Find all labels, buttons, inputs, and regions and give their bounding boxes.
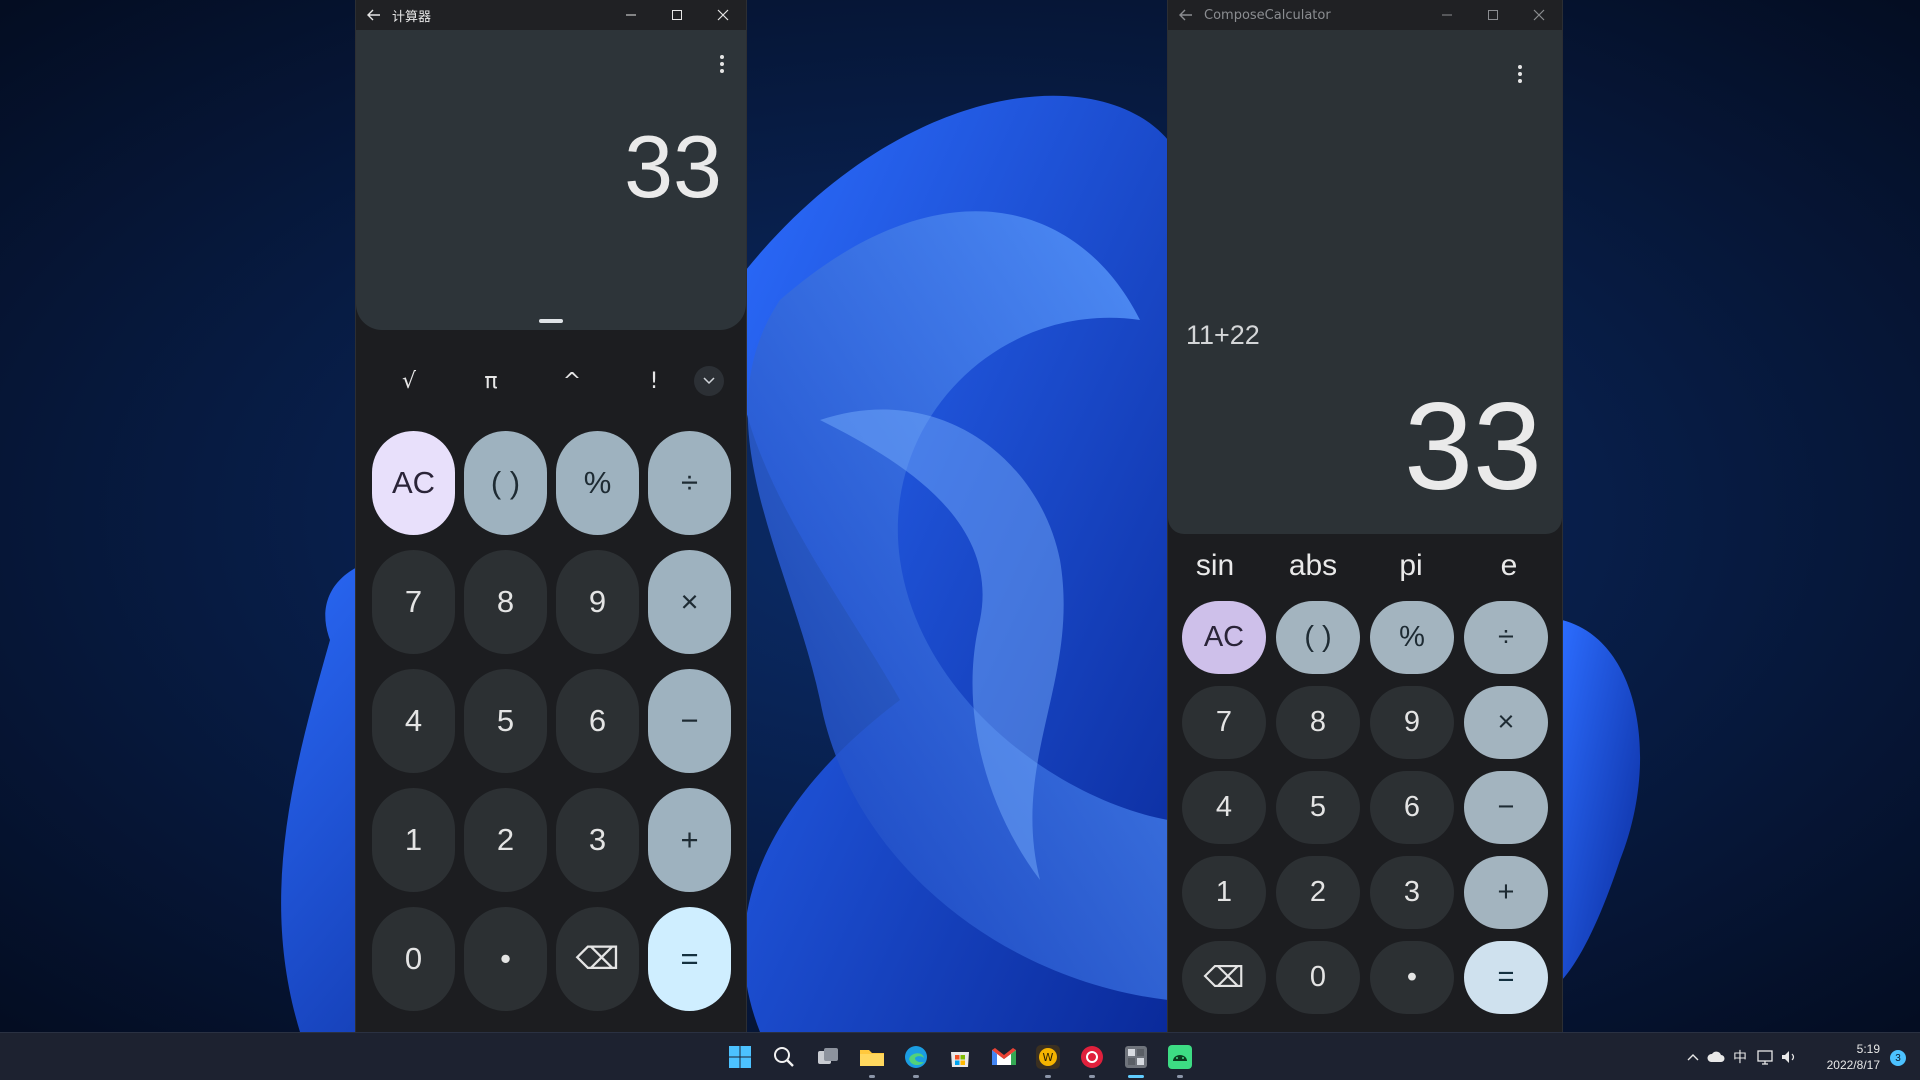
minus-button[interactable]: − xyxy=(1464,771,1548,844)
system-tray: 中 xyxy=(1682,1033,1800,1080)
divide-button[interactable]: ÷ xyxy=(648,431,731,535)
digit-2-button[interactable]: 2 xyxy=(464,788,547,892)
clock[interactable]: 5:19 2022/8/17 xyxy=(1827,1041,1880,1073)
scientific-row: sin abs pi e xyxy=(1168,543,1562,589)
minus-button[interactable]: − xyxy=(648,669,731,773)
chevron-down-icon[interactable] xyxy=(694,366,724,396)
calculator-app-icon[interactable] xyxy=(1120,1041,1152,1078)
minimize-button[interactable] xyxy=(1424,0,1470,30)
result-display: 33 xyxy=(624,117,722,216)
multiply-button[interactable]: × xyxy=(648,550,731,654)
result-display: 33 xyxy=(1404,378,1542,516)
digit-6-button[interactable]: 6 xyxy=(556,669,639,773)
android-app-icon[interactable] xyxy=(1164,1041,1196,1078)
maximize-button[interactable] xyxy=(654,0,700,30)
digit-9-button[interactable]: 9 xyxy=(556,550,639,654)
more-options-icon[interactable] xyxy=(1510,60,1530,88)
digit-0-button[interactable]: 0 xyxy=(1276,941,1360,1014)
title-bar: ComposeCalculator xyxy=(1168,0,1562,30)
input-method-indicator[interactable]: 中 xyxy=(1728,1047,1752,1067)
compose-calculator-window: ComposeCalculator 11+22 33 sin abs pi e … xyxy=(1168,0,1562,1032)
maximize-button[interactable] xyxy=(1470,0,1516,30)
taskbar: W 中 5:19 2022/8/17 3 xyxy=(0,1032,1920,1080)
onedrive-icon[interactable] xyxy=(1704,1051,1728,1063)
window-title: ComposeCalculator xyxy=(1204,7,1331,23)
drag-handle[interactable] xyxy=(539,319,563,323)
digit-1-button[interactable]: 1 xyxy=(1182,856,1266,929)
edge-browser-icon[interactable] xyxy=(900,1041,932,1078)
show-hidden-icons-icon[interactable] xyxy=(1682,1053,1704,1061)
multiply-button[interactable]: × xyxy=(1464,686,1548,759)
backspace-button[interactable]: ⌫ xyxy=(1182,941,1266,1014)
network-icon[interactable] xyxy=(1752,1049,1778,1065)
digit-8-button[interactable]: 8 xyxy=(464,550,547,654)
plus-button[interactable]: + xyxy=(1464,856,1548,929)
digit-1-button[interactable]: 1 xyxy=(372,788,455,892)
music-app-icon[interactable] xyxy=(1076,1041,1108,1078)
clear-button[interactable]: AC xyxy=(372,431,455,535)
power-button[interactable]: ^ xyxy=(547,356,597,406)
back-icon[interactable] xyxy=(1168,0,1204,30)
decimal-point-button[interactable]: • xyxy=(1370,941,1454,1014)
pi-button[interactable]: π xyxy=(466,356,516,406)
clock-date: 2022/8/17 xyxy=(1826,1058,1880,1072)
backspace-button[interactable]: ⌫ xyxy=(556,907,639,1011)
close-button[interactable] xyxy=(700,0,746,30)
display-panel: 33 xyxy=(356,30,746,330)
abs-button[interactable]: abs xyxy=(1266,543,1360,589)
gmail-icon[interactable] xyxy=(988,1041,1020,1073)
clock-time: 5:19 xyxy=(1856,1042,1880,1056)
parentheses-button[interactable]: ( ) xyxy=(1276,601,1360,674)
sqrt-button[interactable]: √ xyxy=(384,356,434,406)
expression-display: 11+22 xyxy=(1186,320,1260,350)
percent-button[interactable]: % xyxy=(1370,601,1454,674)
start-icon[interactable] xyxy=(724,1041,756,1073)
digit-3-button[interactable]: 3 xyxy=(1370,856,1454,929)
percent-button[interactable]: % xyxy=(556,431,639,535)
pi-button[interactable]: pi xyxy=(1364,543,1458,589)
svg-text:W: W xyxy=(1043,1051,1054,1064)
equals-button[interactable]: = xyxy=(648,907,731,1011)
digit-7-button[interactable]: 7 xyxy=(1182,686,1266,759)
digit-3-button[interactable]: 3 xyxy=(556,788,639,892)
digit-2-button[interactable]: 2 xyxy=(1276,856,1360,929)
file-explorer-icon[interactable] xyxy=(856,1041,888,1078)
calculator-window: 计算器 33 √ π ^ ! AC( )% ÷ 7 8 9 × 4 5 6− 1 2 3 +0 • ⌫ = xyxy=(356,0,746,1032)
title-bar: 计算器 xyxy=(356,0,746,30)
factorial-button[interactable]: ! xyxy=(629,356,679,406)
window-title: 计算器 xyxy=(392,9,432,25)
digit-5-button[interactable]: 5 xyxy=(464,669,547,773)
microsoft-store-icon[interactable] xyxy=(944,1041,976,1073)
search-icon[interactable] xyxy=(768,1041,800,1073)
digit-8-button[interactable]: 8 xyxy=(1276,686,1360,759)
digit-0-button[interactable]: 0 xyxy=(372,907,455,1011)
digit-4-button[interactable]: 4 xyxy=(1182,771,1266,844)
equals-button[interactable]: = xyxy=(1464,941,1548,1014)
minimize-button[interactable] xyxy=(608,0,654,30)
task-view-icon[interactable] xyxy=(812,1041,844,1073)
more-options-icon[interactable] xyxy=(712,50,732,78)
digit-5-button[interactable]: 5 xyxy=(1276,771,1360,844)
scientific-row: √ π ^ ! xyxy=(356,356,746,406)
digit-6-button[interactable]: 6 xyxy=(1370,771,1454,844)
digit-9-button[interactable]: 9 xyxy=(1370,686,1454,759)
digit-4-button[interactable]: 4 xyxy=(372,669,455,773)
close-button[interactable] xyxy=(1516,0,1562,30)
volume-icon[interactable] xyxy=(1778,1050,1800,1064)
clear-button[interactable]: AC xyxy=(1182,601,1266,674)
back-icon[interactable] xyxy=(356,0,392,30)
decimal-point-button[interactable]: • xyxy=(464,907,547,1011)
notification-badge[interactable]: 3 xyxy=(1890,1050,1906,1066)
display-panel: 11+22 33 xyxy=(1168,30,1562,534)
plus-button[interactable]: + xyxy=(648,788,731,892)
e-button[interactable]: e xyxy=(1462,543,1556,589)
parentheses-button[interactable]: ( ) xyxy=(464,431,547,535)
desktop-wallpaper xyxy=(0,0,1920,1032)
digit-7-button[interactable]: 7 xyxy=(372,550,455,654)
app-w-icon[interactable]: W xyxy=(1032,1041,1064,1078)
divide-button[interactable]: ÷ xyxy=(1464,601,1548,674)
sin-button[interactable]: sin xyxy=(1168,543,1262,589)
